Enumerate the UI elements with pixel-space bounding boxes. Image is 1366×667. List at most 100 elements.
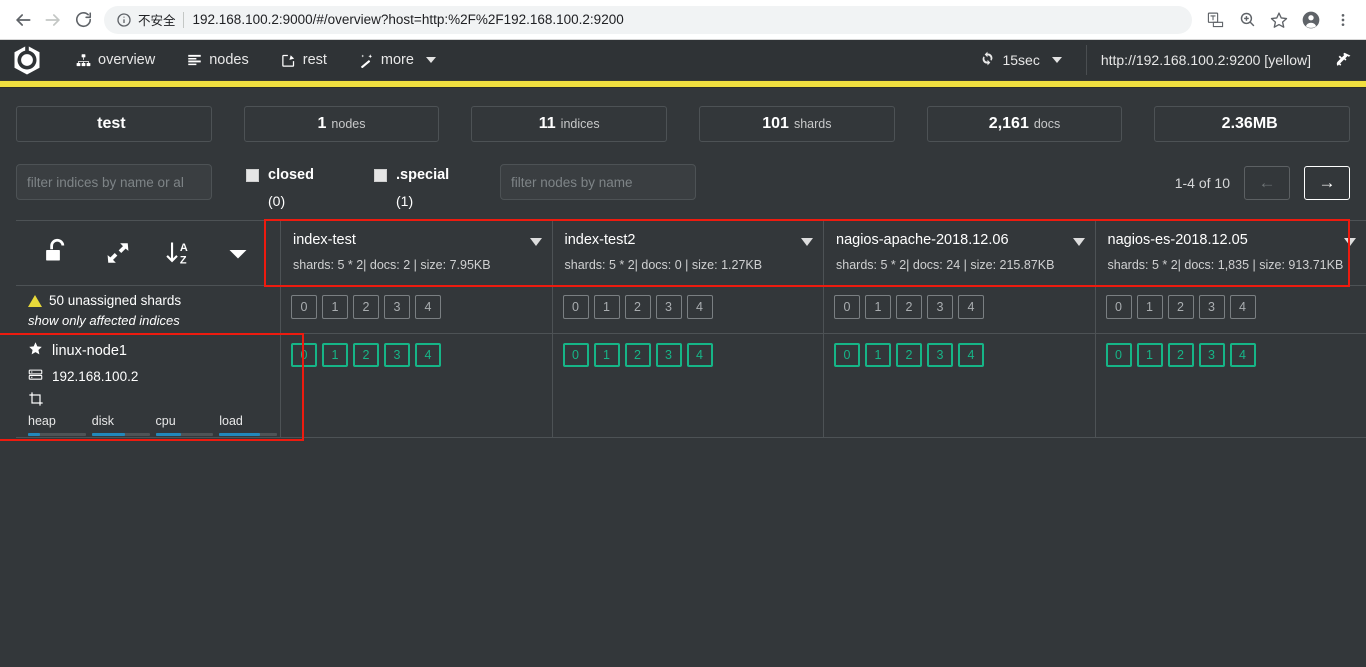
shard-box[interactable]: 3 <box>384 343 410 367</box>
gauge-cpu[interactable]: cpu <box>155 414 220 436</box>
plug-icon[interactable] <box>1333 51 1352 70</box>
checkbox-closed[interactable] <box>246 168 259 182</box>
omnibox-divider <box>182 11 184 28</box>
shard-box[interactable]: 3 <box>927 343 953 367</box>
shard-box[interactable]: 3 <box>927 295 953 319</box>
shard-box[interactable]: 2 <box>1167 295 1194 319</box>
nav-item-nodes[interactable]: nodes <box>171 46 265 74</box>
translate-icon[interactable] <box>1200 5 1230 35</box>
address-bar[interactable]: 不安全 192.168.100.2:9000/#/overview?host=h… <box>104 5 1192 34</box>
stat-value: 11 <box>538 115 556 132</box>
sort-az-icon[interactable]: A Z <box>157 232 199 274</box>
shard-box[interactable]: 4 <box>1229 295 1256 319</box>
nav-item-rest[interactable]: rest <box>265 46 343 74</box>
back-arrow-icon <box>16 13 31 26</box>
shard-box[interactable]: 4 <box>415 343 441 367</box>
shard-box[interactable]: 1 <box>322 295 348 319</box>
special-checkbox-row[interactable]: .special <box>374 167 468 183</box>
gauge-heap[interactable]: heap <box>28 414 92 436</box>
shard-box[interactable]: 1 <box>1136 343 1163 367</box>
shard-box[interactable]: 0 <box>562 295 589 319</box>
stat-unit: nodes <box>331 117 366 131</box>
warning-triangle-icon <box>28 294 42 307</box>
profile-avatar-icon[interactable] <box>1296 5 1326 35</box>
shard-box[interactable]: 4 <box>686 295 713 319</box>
shard-box[interactable]: 1 <box>1136 295 1163 319</box>
chevron-down-icon[interactable] <box>529 238 542 246</box>
site-info-icon[interactable] <box>116 12 132 28</box>
filters-row: closed (0) .special (1) 1-4 of 10 ← → <box>0 142 1366 220</box>
checkbox-special[interactable] <box>374 168 387 182</box>
gauge-label: load <box>219 414 243 428</box>
shard-box[interactable]: 1 <box>865 295 891 319</box>
refresh-interval-selector[interactable]: 15sec <box>970 47 1071 73</box>
stat-card-size[interactable]: 2.36MB <box>1154 106 1351 142</box>
caret-down-icon[interactable] <box>217 232 259 274</box>
index-header-cell[interactable]: index-test2 shards: 5 * 2| docs: 0 | siz… <box>552 220 823 286</box>
shard-box[interactable]: 1 <box>865 343 891 367</box>
shard-box[interactable]: 4 <box>958 295 984 319</box>
shard-box[interactable]: 1 <box>322 343 348 367</box>
shard-box[interactable]: 3 <box>655 343 682 367</box>
nav-item-overview[interactable]: overview <box>60 46 171 74</box>
cerebro-logo-icon[interactable] <box>10 43 44 77</box>
forward-button[interactable] <box>38 5 68 35</box>
gauge-disk[interactable]: disk <box>91 414 156 436</box>
reload-button[interactable] <box>68 5 98 35</box>
shard-box[interactable]: 2 <box>353 343 379 367</box>
index-header-cell[interactable]: nagios-es-2018.12.05 shards: 5 * 2| docs… <box>1095 220 1366 286</box>
shard-box[interactable]: 0 <box>834 343 860 367</box>
nodes-filter-input[interactable] <box>500 164 696 200</box>
shard-box[interactable]: 2 <box>624 295 651 319</box>
checkbox-closed-count: (0) <box>268 193 286 209</box>
shard-box[interactable]: 0 <box>1105 343 1132 367</box>
chevron-down-icon[interactable] <box>1072 238 1085 246</box>
index-header-cell[interactable]: nagios-apache-2018.12.06 shards: 5 * 2| … <box>824 220 1095 286</box>
shard-box[interactable]: 2 <box>1167 343 1194 367</box>
unlock-icon[interactable] <box>37 232 79 274</box>
shard-box[interactable]: 4 <box>686 343 713 367</box>
shard-box[interactable]: 0 <box>291 343 317 367</box>
index-meta: shards: 5 * 2| docs: 24 | size: 215.87KB <box>836 258 1055 272</box>
shard-box[interactable]: 0 <box>562 343 589 367</box>
stat-card-docs[interactable]: 2,161 docs <box>926 106 1123 142</box>
indices-filter-input[interactable] <box>16 164 212 200</box>
stat-card-indices[interactable]: 11 indices <box>471 106 668 142</box>
shard-box[interactable]: 2 <box>896 343 922 367</box>
chrome-menu-icon[interactable] <box>1328 5 1358 35</box>
shard-box[interactable]: 0 <box>834 295 860 319</box>
shard-box[interactable]: 2 <box>896 295 922 319</box>
closed-checkbox-row[interactable]: closed <box>246 167 340 183</box>
shard-box[interactable]: 4 <box>1229 343 1256 367</box>
shard-box[interactable]: 0 <box>1105 295 1132 319</box>
gauge-load[interactable]: load <box>219 414 283 436</box>
shard-box[interactable]: 3 <box>384 295 410 319</box>
stat-card-shards[interactable]: 101 shards <box>699 106 895 142</box>
bookmark-star-icon[interactable] <box>1264 5 1294 35</box>
nav-item-more[interactable]: more <box>343 46 452 74</box>
shard-box[interactable]: 3 <box>655 295 682 319</box>
shard-box[interactable]: 4 <box>958 343 984 367</box>
chevron-down-icon[interactable] <box>1344 238 1356 246</box>
checkbox-closed-label: closed <box>268 167 314 183</box>
svg-text:A: A <box>180 242 188 254</box>
shard-box[interactable]: 1 <box>593 295 620 319</box>
back-button[interactable] <box>8 5 38 35</box>
shard-box[interactable]: 2 <box>624 343 651 367</box>
shard-box[interactable]: 3 <box>1198 343 1225 367</box>
shard-box[interactable]: 3 <box>1198 295 1225 319</box>
index-header-cell[interactable]: index-test shards: 5 * 2| docs: 2 | size… <box>281 220 552 286</box>
shard-box[interactable]: 1 <box>593 343 620 367</box>
expand-arrows-icon[interactable] <box>97 232 139 274</box>
next-page-button[interactable]: → <box>1304 166 1350 200</box>
shard-box[interactable]: 0 <box>291 295 317 319</box>
shard-box[interactable]: 4 <box>415 295 441 319</box>
show-affected-indices-link[interactable]: show only affected indices <box>28 313 268 328</box>
prev-page-button[interactable]: ← <box>1244 166 1290 200</box>
stat-card-cluster-name[interactable]: test <box>16 106 212 142</box>
stat-card-nodes[interactable]: 1 nodes <box>243 106 440 142</box>
url-text[interactable]: 192.168.100.2:9000/#/overview?host=http:… <box>193 12 624 27</box>
zoom-icon[interactable] <box>1232 5 1262 35</box>
shard-box[interactable]: 2 <box>353 295 379 319</box>
chevron-down-icon[interactable] <box>801 238 813 246</box>
